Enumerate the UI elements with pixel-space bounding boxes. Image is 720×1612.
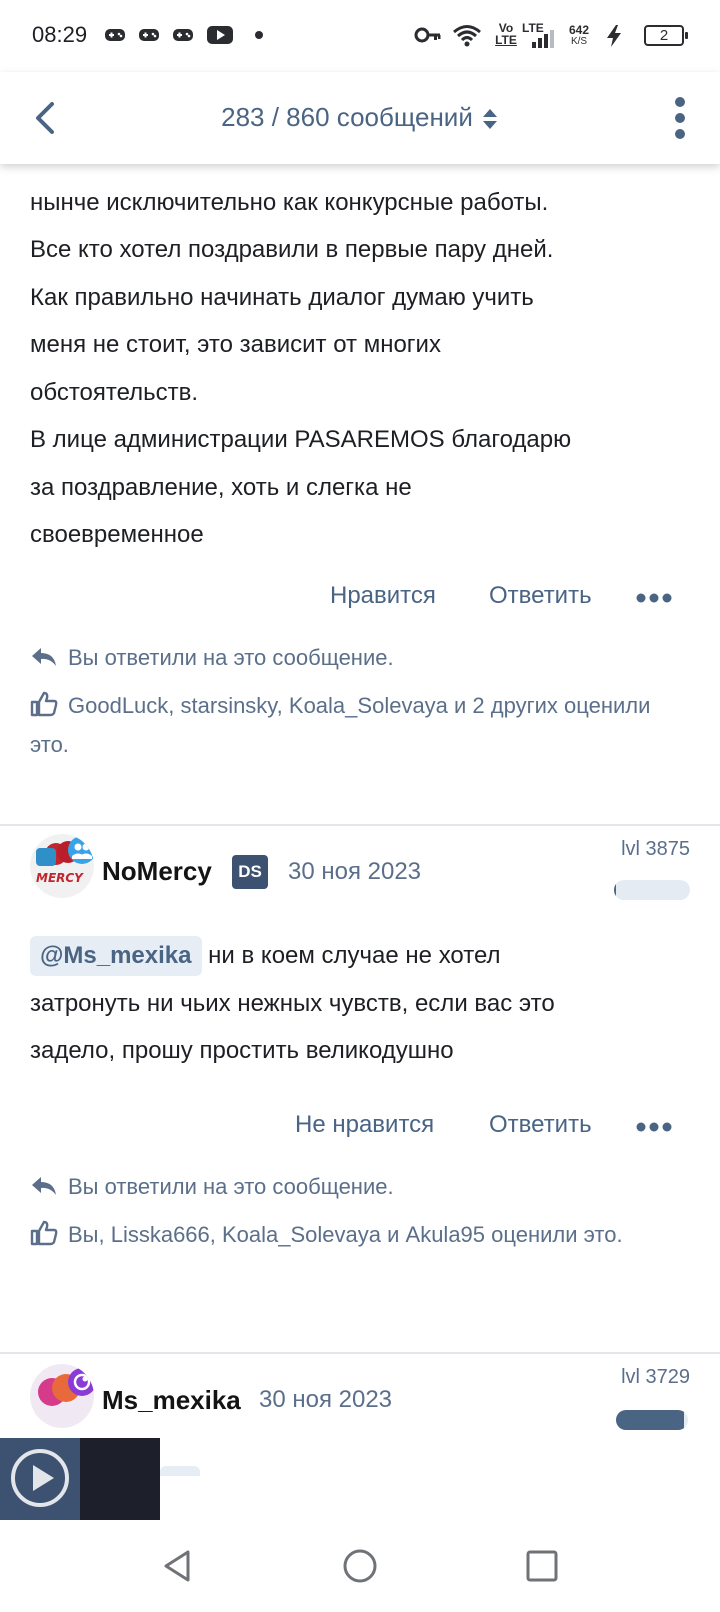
system-nav-bar: [0, 1520, 720, 1612]
speed-value: 642: [568, 23, 590, 37]
post-author[interactable]: Ms_mexika: [102, 1385, 241, 1416]
sort-icon: [482, 109, 497, 130]
post-body-line: меня не стоит, это зависит от многих: [30, 331, 441, 358]
post-body-line: Все кто хотел поздравили в первые пару д…: [30, 236, 554, 263]
like-button[interactable]: Нравится: [330, 582, 436, 610]
post-body-line: В лице администрации PASAREMOS благодарю: [30, 426, 572, 453]
recents-square-icon[interactable]: [522, 1546, 562, 1586]
post-body-line-hidden: [30, 164, 690, 179]
back-triangle-icon[interactable]: [158, 1546, 198, 1586]
reactions-summary[interactable]: GoodLuck, starsinsky, Koala_Solevaya и 2…: [30, 686, 690, 764]
play-icon: [11, 1449, 69, 1507]
post-body-line: нынче исключительно как конкурсные работ…: [30, 188, 549, 216]
dot-icon: [255, 31, 263, 39]
status-time: 08:29: [32, 22, 88, 47]
unlike-button[interactable]: Не нравится: [295, 1111, 434, 1139]
wifi-icon: [453, 25, 481, 47]
volte-bottom-text: LTE: [495, 33, 517, 47]
thread-header: 283 / 860 сообщений: [0, 72, 720, 164]
reactions-text: GoodLuck, starsinsky, Koala_Solevaya и 2…: [30, 693, 651, 757]
charging-icon: [607, 25, 621, 47]
speed-unit: K/S: [570, 36, 588, 47]
network-speed: 642 K/S: [564, 24, 594, 48]
home-circle-icon[interactable]: [340, 1546, 380, 1586]
reactions-text: Вы, Lisska666, Koala_Solevaya и Akula95 …: [68, 1222, 623, 1247]
posts-feed[interactable]: нынче исключительно как конкурсные работ…: [0, 164, 720, 1520]
signal-icon: [532, 30, 554, 48]
post-body-line: затронуть ни чьих нежных чувств, если ва…: [30, 989, 555, 1017]
avatar-image: MERCY: [30, 834, 94, 898]
more-options-icon[interactable]: [636, 1119, 672, 1135]
post-body-line: своевременное: [30, 521, 204, 548]
key-icon: [414, 27, 441, 43]
level-progress-fill: [616, 1410, 685, 1430]
post-date[interactable]: 30 ноя 2023: [288, 858, 421, 886]
level-progress-fill: [614, 880, 616, 900]
gamepad-icon: [105, 29, 125, 41]
post-actions: Нравится Ответить: [0, 582, 720, 622]
post-body-line: Как правильно начинать диалог думаю учит…: [30, 283, 534, 311]
post-body-first-text: ни в коем случае не хотел: [208, 942, 501, 969]
gamepad-icon: [139, 29, 159, 41]
message-counter[interactable]: 283 / 860 сообщений: [0, 102, 720, 133]
volte-indicator: Vo LTE: [494, 22, 518, 46]
reply-button[interactable]: Ответить: [489, 582, 592, 610]
post-author[interactable]: NoMercy: [102, 856, 212, 887]
message-counter-label: 283 / 860 сообщений: [221, 102, 473, 132]
svg-text:MERCY: MERCY: [36, 871, 84, 885]
replied-note: Вы ответили на это сообщение.: [30, 1167, 690, 1206]
post-body-line: задело, прошу простить великодушно: [30, 1037, 454, 1064]
replied-note-text: Вы ответили на это сообщение.: [68, 1174, 394, 1199]
post-divider: [0, 824, 720, 826]
thumbs-up-icon: [30, 691, 58, 717]
post-body-line: обстоятельств.: [30, 378, 199, 406]
avatar[interactable]: [30, 1364, 94, 1428]
mini-video-player[interactable]: [0, 1438, 160, 1520]
post-body-line: @Ms_mexika ни в коем случае не хотел: [30, 932, 690, 980]
reply-button[interactable]: Ответить: [489, 1111, 592, 1139]
user-level: lvl 3729: [621, 1366, 690, 1388]
post-date[interactable]: 30 ноя 2023: [259, 1386, 392, 1414]
avatar[interactable]: MERCY: [30, 834, 94, 898]
user-mention-partial: [160, 1466, 200, 1476]
avatar-image: [30, 1364, 94, 1428]
status-bar: 08:29 Vo LTE LTE 642 K/S 2: [0, 0, 720, 72]
youtube-icon: [207, 26, 233, 44]
reactions-summary[interactable]: Вы, Lisska666, Koala_Solevaya и Akula95 …: [30, 1215, 690, 1254]
replied-note-text: Вы ответили на это сообщение.: [68, 645, 394, 670]
user-level: lvl 3875: [621, 838, 690, 860]
battery-indicator: 2: [644, 25, 688, 46]
post-actions: Не нравится Ответить: [0, 1111, 720, 1151]
more-options-icon[interactable]: [636, 590, 672, 606]
user-badge: DS: [232, 855, 268, 889]
post-divider: [0, 1352, 720, 1354]
gamepad-icon: [173, 29, 193, 41]
replied-note: Вы ответили на это сообщение.: [30, 638, 690, 677]
level-progress-bar: [614, 880, 690, 900]
thumbs-up-icon: [30, 1220, 58, 1246]
user-mention[interactable]: @Ms_mexika: [30, 936, 202, 976]
post-body: @Ms_mexika ни в коем случае не хотел зат…: [30, 932, 690, 1075]
reply-arrow-icon: [32, 648, 56, 666]
post-body: нынче исключительно как конкурсные работ…: [30, 164, 690, 559]
post-body-line: за поздравление, хоть и слегка не: [30, 473, 412, 501]
mini-player-play-area[interactable]: [0, 1438, 80, 1520]
level-progress-bar: [616, 1410, 688, 1430]
reply-arrow-icon: [32, 1177, 56, 1195]
kebab-menu-icon[interactable]: [664, 96, 696, 140]
